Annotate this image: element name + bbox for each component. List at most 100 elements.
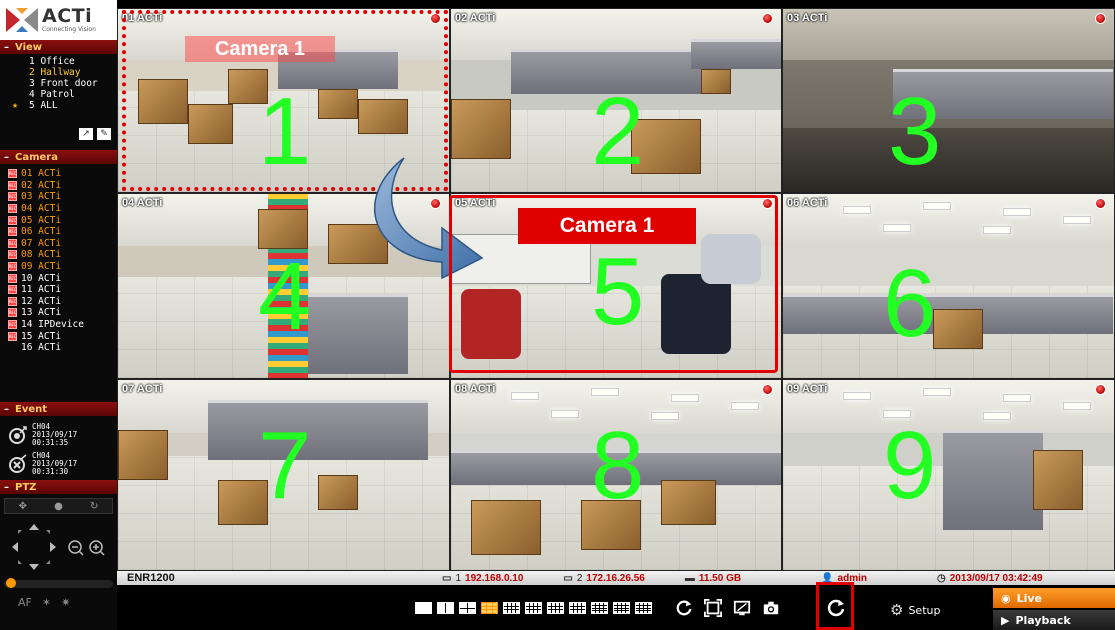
move-icon[interactable]: ✥ — [19, 501, 27, 512]
layout-cell — [596, 608, 599, 611]
layout-cell — [626, 611, 629, 613]
focus-near-icon[interactable]: ✶ — [42, 596, 51, 609]
camera-list-label: 13 ACTi — [21, 307, 62, 319]
layout-cell — [636, 605, 639, 608]
view-section-header[interactable]: – View — [0, 40, 117, 54]
ceiling-light — [551, 410, 579, 418]
ptz-section-header[interactable]: – PTZ — [0, 480, 117, 494]
cardboard-box — [318, 475, 358, 510]
camera-list-item[interactable]: REC 09 ACTi — [0, 261, 117, 273]
layout-cell — [626, 605, 629, 608]
camera-list-item[interactable]: REC 03 ACTi — [0, 191, 117, 203]
setup-button[interactable]: ⚙ Setup — [890, 601, 940, 619]
layout-3x3-button[interactable] — [481, 602, 498, 614]
auto-cycle-icon[interactable] — [826, 598, 846, 618]
camera-list-item[interactable]: REC 08 ACTi — [0, 249, 117, 261]
camera-list-item[interactable]: REC 06 ACTi — [0, 226, 117, 238]
video-tile[interactable]: 09 ACTi 9 — [782, 379, 1115, 571]
camera-list-item[interactable]: REC 13 ACTi — [0, 307, 117, 319]
view-item-front-door[interactable]: 3 Front door — [0, 78, 117, 89]
layout-4x3-button[interactable] — [503, 602, 520, 614]
playback-button[interactable]: ▶ Playback — [993, 610, 1115, 630]
view-item-office[interactable]: 1 Office — [0, 56, 117, 67]
patrol-icon[interactable]: ↻ — [90, 501, 98, 512]
event-section-header[interactable]: – Event — [0, 402, 117, 416]
layout-2x1-button[interactable] — [437, 602, 454, 614]
layout-cell — [548, 610, 551, 613]
add-view-icon[interactable]: ↗ — [79, 128, 93, 140]
camera-list-label: 08 ACTi — [21, 249, 62, 261]
layout-cell — [482, 606, 487, 610]
camera-list-label: 04 ACTi — [21, 203, 62, 215]
layout-4x4-button[interactable] — [613, 602, 630, 614]
pin-icon: ★ — [12, 100, 19, 111]
snapshot-icon[interactable] — [761, 598, 781, 618]
layout-cell — [626, 603, 629, 605]
event-item[interactable]: CH04 2013/09/17 00:31:35 — [0, 420, 117, 449]
storage-value: 11.50 GB — [698, 572, 742, 584]
view-item-all[interactable]: ★ 5 ALL — [0, 100, 117, 111]
camera-list-label: 01 ACTi — [21, 168, 62, 180]
camera-list-item[interactable]: REC 14 IPDevice — [0, 319, 117, 331]
collapse-icon[interactable]: – — [4, 42, 9, 53]
ceiling-light — [511, 392, 539, 400]
layout-cell — [622, 611, 625, 613]
status-bar: ENR1200 ▭ 1 192.168.0.10 ▭ 2 172.16.26.5… — [117, 571, 1115, 585]
camera-list-item[interactable]: REC 12 ACTi — [0, 296, 117, 308]
layout-4x4-button[interactable] — [591, 602, 608, 614]
layout-cell — [468, 608, 475, 613]
collapse-icon[interactable]: – — [4, 404, 9, 415]
camera-section-header[interactable]: – Camera — [0, 150, 117, 164]
storage-status: ▬ 11.50 GB — [685, 573, 741, 584]
recording-icon: REC — [8, 169, 17, 179]
camera-list-item[interactable]: REC 07 ACTi — [0, 238, 117, 250]
video-tile[interactable]: 07 ACTi 7 — [117, 379, 450, 571]
camera-list-item[interactable]: REC 11 ACTi — [0, 284, 117, 296]
camera-list-item[interactable]: REC 15 ACTi — [0, 330, 117, 342]
auto-focus-icon[interactable]: AF — [18, 596, 32, 609]
layout-cell — [648, 603, 651, 605]
camera-list-item[interactable]: REC 01 ACTi — [0, 168, 117, 180]
monitor-icon[interactable] — [732, 598, 752, 618]
layout-cell — [640, 611, 643, 613]
layout-4x4-button[interactable] — [635, 602, 652, 614]
fullscreen-icon[interactable] — [703, 598, 723, 618]
layout-2x2-button[interactable] — [459, 602, 476, 614]
layout-4x3-button[interactable] — [547, 602, 564, 614]
layout-cell — [570, 606, 573, 610]
edit-view-icon[interactable]: ✎ — [97, 128, 111, 140]
layout-4x3-button[interactable] — [525, 602, 542, 614]
layout-cell — [592, 605, 595, 608]
video-tile[interactable]: 08 ACTi 8 — [450, 379, 782, 571]
camera-list-item[interactable]: 16 ACTi — [0, 342, 117, 354]
focus-far-icon[interactable]: ✷ — [61, 596, 70, 609]
video-tile[interactable]: 03 ACTi 3 — [782, 8, 1115, 193]
collapse-icon[interactable]: – — [4, 152, 9, 163]
preset-icon[interactable]: ● — [54, 501, 63, 512]
view-item-hallway[interactable]: 2 Hallway — [0, 67, 117, 78]
auto-cycle-button[interactable] — [816, 582, 854, 630]
view-item-patrol[interactable]: 4 Patrol — [0, 89, 117, 100]
ptz-speed-slider[interactable] — [4, 578, 113, 588]
layout-4x3-button[interactable] — [569, 602, 586, 614]
video-tile[interactable]: 06 ACTi 6 — [782, 193, 1115, 379]
camera-list-item[interactable]: REC 04 ACTi — [0, 203, 117, 215]
layout-cell — [618, 611, 621, 613]
ptz-direction-pad[interactable] — [4, 518, 113, 576]
camera-list-item[interactable]: REC 10 ACTi — [0, 272, 117, 284]
ceiling-light — [923, 388, 951, 396]
event-item[interactable]: CH04 2013/09/17 00:31:30 — [0, 449, 117, 478]
live-button[interactable]: ◉ Live — [993, 588, 1115, 608]
layout-cell — [644, 603, 647, 605]
layout-1x1-button[interactable] — [415, 602, 432, 614]
slider-knob[interactable] — [6, 578, 16, 588]
camera-list-item[interactable]: REC 02 ACTi — [0, 180, 117, 192]
camera-list-item[interactable]: REC 05 ACTi — [0, 214, 117, 226]
layout-cell — [538, 606, 541, 610]
layout-cell — [548, 606, 551, 610]
cardboard-box — [1033, 450, 1083, 510]
layout-cell — [604, 608, 607, 611]
recording-icon: REC — [8, 320, 17, 330]
refresh-icon[interactable] — [674, 598, 694, 618]
collapse-icon[interactable]: – — [4, 482, 9, 493]
